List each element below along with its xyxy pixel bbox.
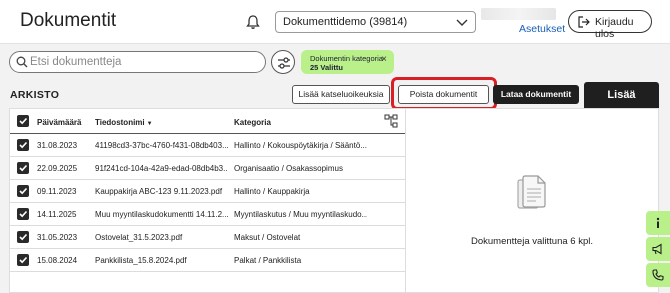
- row-checkbox[interactable]: [17, 208, 29, 220]
- cell-category: Organisaatio / Osakassopimus: [234, 164, 343, 173]
- filter-button[interactable]: [271, 50, 295, 74]
- bell-icon[interactable]: [245, 14, 261, 30]
- category-filter-chip[interactable]: Dokumentin kategoria 25 Valittu ×: [301, 50, 394, 74]
- app-header: Dokumentit Dokumenttidemo (39814) Asetuk…: [0, 0, 670, 44]
- cell-category: Hallinto / Kokouspöytäkirja / Sääntö...: [234, 141, 367, 150]
- table-row[interactable]: 22.09.2025 91f241cd-104a-42a9-edad-08db4…: [10, 157, 406, 180]
- cell-date: 14.11.2025: [37, 210, 77, 219]
- documents-icon: [517, 175, 546, 209]
- check-icon: [19, 117, 28, 125]
- cell-category: Maksut / Ostovelat: [234, 233, 301, 242]
- row-checkbox[interactable]: [17, 185, 29, 197]
- settings-link[interactable]: Asetukset: [519, 23, 565, 35]
- cell-file: Muu myyntilaskudokumentti 14.11.2...: [95, 210, 228, 219]
- column-header-file[interactable]: Tiedostonimi ▼: [95, 118, 153, 127]
- hierarchy-icon[interactable]: [384, 114, 398, 128]
- sort-down-icon: ▼: [146, 121, 153, 127]
- cell-file: Pankkilista_15.8.2024.pdf: [95, 256, 187, 265]
- download-documents-button[interactable]: Lataa dokumentit: [493, 85, 579, 104]
- table-row[interactable]: 14.11.2025 Muu myyntilaskudokumentti 14.…: [10, 203, 406, 226]
- phone-icon: [652, 269, 664, 281]
- more-button[interactable]: Lisää: [584, 82, 659, 108]
- table-row[interactable]: 09.11.2023 Kauppakirja ABC-123 9.11.2023…: [10, 180, 406, 203]
- sliders-icon: [278, 57, 290, 69]
- row-checkbox[interactable]: [17, 162, 29, 174]
- close-icon[interactable]: ×: [381, 55, 387, 65]
- table-row[interactable]: 15.08.2024 Pankkilista_15.8.2024.pdf Pal…: [10, 249, 406, 272]
- check-icon: [19, 256, 28, 264]
- user-name-redacted: [481, 8, 556, 20]
- section-label: ARKISTO: [10, 89, 60, 101]
- selection-panel: Dokumentteja valittuna 6 kpl.: [405, 108, 659, 293]
- logout-button[interactable]: Kirjaudu ulos: [568, 10, 652, 40]
- cell-date: 22.09.2025: [37, 164, 78, 173]
- cell-file: Ostovelat_31.5.2023.pdf: [95, 233, 183, 242]
- search-icon: [16, 56, 28, 68]
- cell-file: Kauppakirja ABC-123 9.11.2023.pdf: [95, 187, 223, 196]
- row-checkbox[interactable]: [17, 254, 29, 266]
- column-header-date[interactable]: Päivämäärä: [37, 118, 81, 127]
- highlight-box: [391, 77, 497, 110]
- check-icon: [19, 141, 28, 149]
- check-icon: [19, 233, 28, 241]
- cell-category: Palkat / Pankkilista: [234, 256, 302, 265]
- check-icon: [19, 164, 28, 172]
- page-title: Dokumentit: [20, 10, 117, 31]
- row-checkbox[interactable]: [17, 139, 29, 151]
- table-row[interactable]: 31.08.2023 41198cd3-37bc-4760-f431-08db4…: [10, 134, 406, 157]
- column-header-file-label: Tiedostonimi: [95, 118, 145, 127]
- cell-date: 31.05.2023: [37, 233, 78, 242]
- select-all-checkbox[interactable]: [17, 115, 29, 127]
- cell-date: 09.11.2023: [37, 187, 77, 196]
- table-header: Päivämäärä Tiedostonimi ▼ Kategoria: [10, 109, 406, 134]
- cell-date: 15.08.2024: [37, 256, 78, 265]
- announcement-button[interactable]: [646, 237, 670, 261]
- company-selector[interactable]: Dokumenttidemo (39814): [275, 11, 476, 33]
- megaphone-icon: [652, 243, 662, 255]
- company-selector-value: Dokumenttidemo (39814): [283, 16, 408, 28]
- cell-category: Myyntilaskutus / Muu myyntilaskudo...: [234, 210, 367, 219]
- cell-file: 41198cd3-37bc-4760-f431-08db403...: [95, 141, 228, 150]
- phone-button[interactable]: [646, 263, 670, 287]
- documents-table: Päivämäärä Tiedostonimi ▼ Kategoria 31.08…: [9, 108, 406, 293]
- selected-count-text: Dokumentteja valittuna 6 kpl.: [471, 236, 593, 247]
- logout-icon: [578, 16, 590, 28]
- cell-date: 31.08.2023: [37, 141, 78, 150]
- check-icon: [19, 187, 28, 195]
- search-box[interactable]: [9, 51, 266, 73]
- table-row[interactable]: 31.05.2023 Ostovelat_31.5.2023.pdf Maksu…: [10, 226, 406, 249]
- info-button[interactable]: [646, 211, 670, 235]
- logout-label: Kirjaudu ulos: [595, 16, 634, 40]
- column-header-category[interactable]: Kategoria: [234, 118, 271, 127]
- cell-file: 91f241cd-104a-42a9-edad-08db4b3...: [95, 164, 228, 173]
- add-view-rights-button[interactable]: Lisää katseluoikeuksia: [292, 85, 390, 104]
- search-input[interactable]: [30, 54, 260, 70]
- row-checkbox[interactable]: [17, 231, 29, 243]
- check-icon: [19, 210, 28, 218]
- chevron-down-icon: [456, 19, 468, 26]
- info-icon: [656, 217, 660, 228]
- cell-category: Hallinto / Kauppakirja: [234, 187, 310, 196]
